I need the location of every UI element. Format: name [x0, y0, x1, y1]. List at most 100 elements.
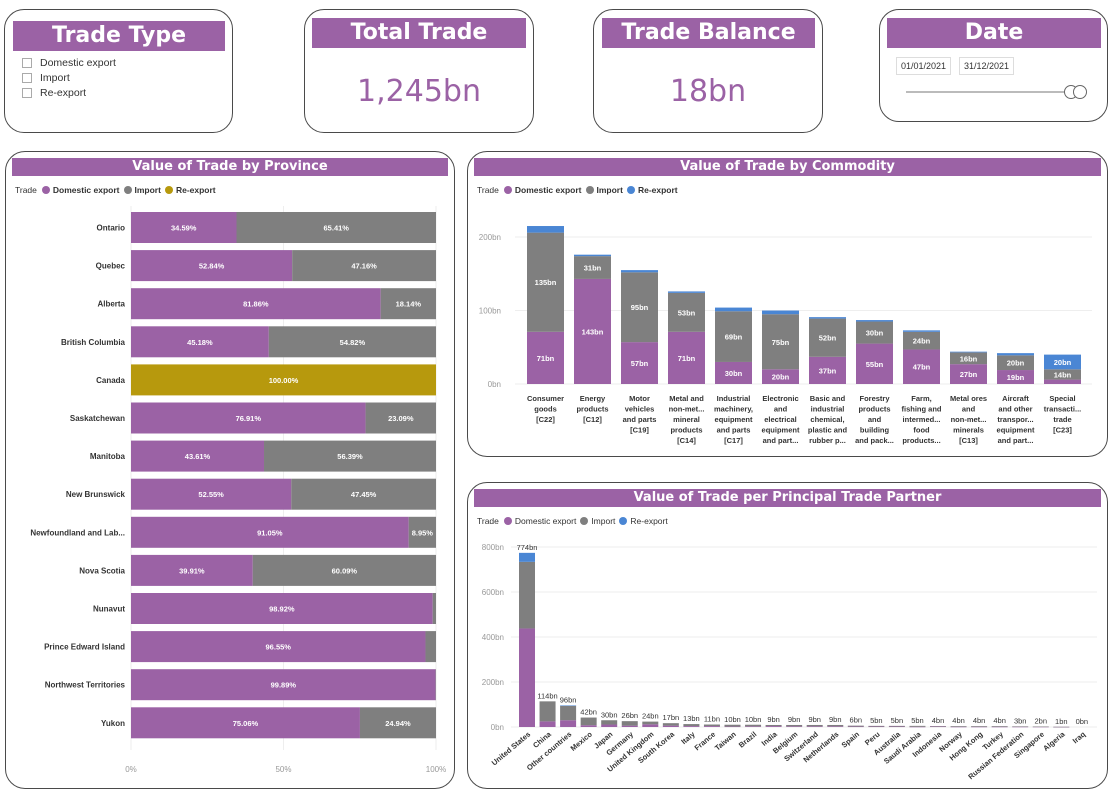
- bar-segment[interactable]: [601, 724, 618, 727]
- bar-segment[interactable]: [991, 726, 1008, 728]
- bar-segment[interactable]: [1012, 726, 1029, 727]
- bar-segment[interactable]: [621, 725, 638, 727]
- bar-segment[interactable]: [527, 226, 564, 233]
- total-label: 2bn: [1034, 717, 1047, 726]
- date-start-input[interactable]: 01/01/2021: [896, 57, 952, 75]
- category-label: transpor...: [997, 415, 1033, 424]
- bar-segment[interactable]: [662, 723, 679, 726]
- bar-segment[interactable]: [765, 726, 782, 727]
- legend-domestic[interactable]: Domestic export: [503, 185, 582, 195]
- bar-segment[interactable]: [786, 724, 803, 727]
- bar-segment[interactable]: [703, 726, 720, 727]
- bar-segment[interactable]: [909, 725, 926, 727]
- bar-segment[interactable]: [847, 725, 864, 727]
- bar-segment[interactable]: [868, 726, 885, 728]
- bar-segment[interactable]: [642, 724, 659, 727]
- bar-segment[interactable]: [991, 726, 1008, 727]
- legend-domestic[interactable]: Domestic export: [503, 516, 576, 526]
- checkbox-icon[interactable]: [22, 58, 32, 68]
- bar-segment[interactable]: [425, 631, 436, 663]
- category-label: fishing and: [902, 405, 942, 414]
- category-label: goods: [534, 405, 557, 414]
- bar-segment[interactable]: [1053, 726, 1070, 728]
- legend-import[interactable]: Import: [580, 516, 615, 526]
- bar-segment[interactable]: [432, 593, 436, 624]
- date-range-slider[interactable]: [906, 91, 1066, 93]
- bar-segment[interactable]: [539, 721, 556, 727]
- bar-segment[interactable]: [715, 307, 752, 312]
- bar-segment[interactable]: [827, 724, 844, 727]
- legend-dot-icon: [503, 186, 512, 194]
- bar-segment[interactable]: [971, 726, 988, 728]
- bar-segment[interactable]: [809, 317, 846, 319]
- bar-segment[interactable]: [519, 552, 535, 562]
- bar-segment[interactable]: [724, 724, 741, 727]
- bar-segment[interactable]: [786, 726, 803, 727]
- province-chart-title: Value of Trade by Province: [12, 158, 448, 176]
- bar-segment[interactable]: [601, 720, 618, 725]
- category-label: non-met...: [669, 405, 705, 414]
- slicer-item-import[interactable]: Import: [22, 72, 70, 84]
- data-label: 20bn: [1007, 359, 1025, 368]
- bar-segment[interactable]: [762, 310, 799, 315]
- bar-segment[interactable]: [903, 330, 940, 332]
- legend-import[interactable]: Import: [585, 185, 623, 195]
- bar-segment[interactable]: [668, 291, 705, 293]
- bar-segment[interactable]: [703, 724, 720, 727]
- bar-segment[interactable]: [539, 701, 556, 722]
- bar-segment[interactable]: [621, 270, 658, 273]
- legend-re-export[interactable]: Re-export: [619, 516, 668, 526]
- date-slider-handle-end[interactable]: [1073, 85, 1087, 99]
- slicer-item-domestic-export[interactable]: Domestic export: [22, 57, 116, 69]
- category-label: Saskatchewan: [70, 414, 125, 423]
- bar-segment[interactable]: [1032, 726, 1049, 728]
- bar-segment[interactable]: [806, 726, 823, 727]
- bar-segment[interactable]: [1044, 379, 1081, 384]
- bar-segment[interactable]: [580, 725, 597, 727]
- total-label: 5bn: [911, 716, 924, 725]
- bar-segment[interactable]: [765, 724, 782, 727]
- bar-segment[interactable]: [621, 721, 638, 726]
- data-label: 53bn: [678, 308, 696, 317]
- bar-segment[interactable]: [662, 725, 679, 727]
- legend-re-export[interactable]: Re-export: [626, 185, 678, 195]
- bar-segment[interactable]: [560, 705, 577, 706]
- bar-segment[interactable]: [1012, 726, 1029, 728]
- bar-segment[interactable]: [888, 726, 905, 728]
- bar-segment[interactable]: [930, 726, 946, 728]
- bar-segment[interactable]: [806, 724, 823, 727]
- bar-segment[interactable]: [574, 254, 611, 257]
- bar-segment[interactable]: [724, 726, 741, 728]
- data-label: 71bn: [678, 354, 696, 363]
- bar-segment[interactable]: [950, 351, 987, 353]
- bar-segment[interactable]: [971, 726, 988, 727]
- bar-segment[interactable]: [856, 320, 893, 322]
- category-label: equipment: [997, 426, 1035, 435]
- bar-segment[interactable]: [950, 726, 967, 728]
- bar-segment[interactable]: [745, 726, 762, 727]
- bar-segment[interactable]: [642, 721, 659, 725]
- category-label: [C19]: [630, 426, 649, 435]
- bar-segment[interactable]: [560, 720, 577, 727]
- bar-segment[interactable]: [580, 717, 597, 726]
- category-label: trade: [1053, 415, 1071, 424]
- bar-segment[interactable]: [868, 725, 885, 727]
- bar-segment[interactable]: [950, 726, 967, 727]
- bar-segment[interactable]: [745, 724, 762, 727]
- checkbox-icon[interactable]: [22, 73, 32, 83]
- bar-segment[interactable]: [909, 726, 926, 728]
- bar-segment[interactable]: [560, 705, 577, 721]
- slicer-item-re-export[interactable]: Re-export: [22, 87, 86, 99]
- bar-segment[interactable]: [827, 726, 844, 727]
- bar-segment[interactable]: [519, 561, 535, 629]
- bar-segment[interactable]: [888, 725, 905, 727]
- y-tick-label: 200bn: [482, 678, 504, 687]
- bar-segment[interactable]: [519, 628, 535, 727]
- bar-segment[interactable]: [997, 353, 1034, 356]
- bar-segment[interactable]: [930, 726, 946, 727]
- bar-segment[interactable]: [683, 724, 700, 727]
- bar-segment[interactable]: [683, 726, 700, 727]
- checkbox-icon[interactable]: [22, 88, 32, 98]
- bar-segment[interactable]: [847, 726, 864, 728]
- date-end-input[interactable]: 31/12/2021: [959, 57, 1015, 75]
